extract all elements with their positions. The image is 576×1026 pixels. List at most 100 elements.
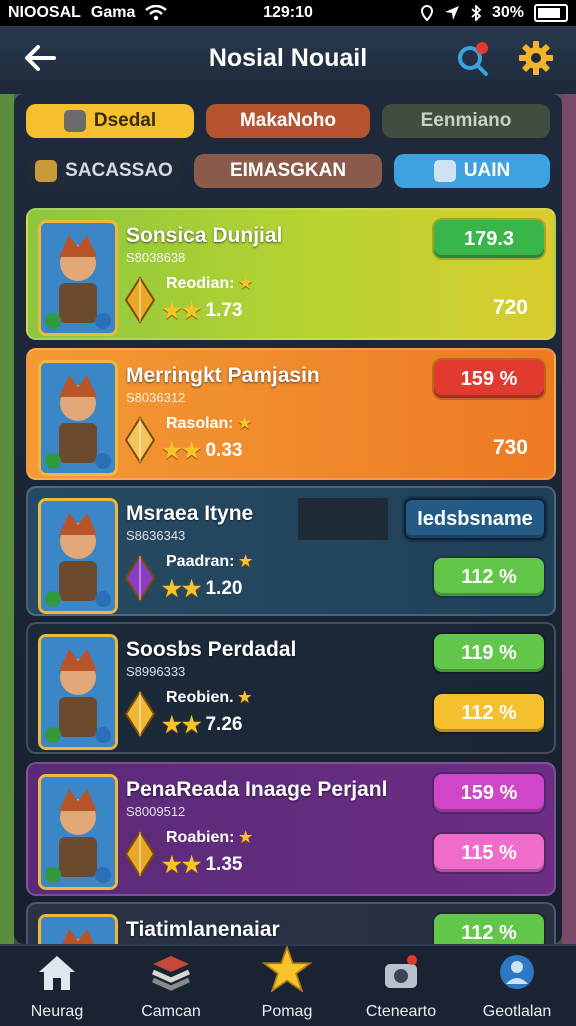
star-icon: ★ (162, 712, 182, 737)
nav-item-home[interactable]: Neurag (2, 952, 112, 1022)
gem-icon (124, 830, 156, 878)
tab-uain[interactable]: UAIN (394, 154, 550, 188)
button-label: 115 % (461, 841, 517, 864)
tab-makanoho[interactable]: MakaNoho (206, 104, 370, 138)
hero-id: S8038638 (126, 250, 186, 265)
hero-id: S8636343 (126, 528, 186, 543)
hero-rating-value: 0.33 (205, 440, 243, 461)
hero-portrait (38, 634, 118, 750)
star-icon: ★ (238, 829, 253, 846)
gear-icon[interactable] (516, 38, 556, 78)
button-label: 112 % (461, 701, 517, 724)
nav-item-ctenearto[interactable]: Ctenearto (346, 952, 456, 1022)
star-icon: ★ (162, 438, 182, 463)
tab-label: EIMASGKAN (229, 160, 347, 181)
button-label: Iedsbsname (417, 507, 533, 530)
hero-stat-label: Reobien. ★ (166, 688, 251, 707)
hero-rating-value: 1.73 (205, 300, 243, 321)
star-icon: ★ (238, 689, 252, 706)
hero-rating: ★ ★ 1.35 (162, 852, 242, 878)
button-label: 159 % (460, 781, 518, 804)
star-icon: ★ (238, 275, 253, 292)
navigation-icon (444, 6, 459, 20)
gem-icon (124, 276, 156, 324)
stat-label-text: Roabien: (166, 829, 235, 846)
hero-card[interactable]: Sonsica Dunjial S8038638 Reodian: ★ ★ ★ 1.73 1… (26, 208, 556, 340)
tab-dsedal[interactable]: Dsedal (26, 104, 194, 138)
nav-label: Pomag (261, 1003, 313, 1020)
tab-eimasgkan[interactable]: EIMASGKAN (194, 154, 382, 188)
hero-card[interactable]: Msraea Ityne S8636343 Paadran: ★ ★ ★ 1.20 Ieds… (26, 486, 556, 616)
tab-eenmiano[interactable]: Eenmiano (382, 104, 550, 138)
primary-stat-button[interactable]: 179.3 (434, 220, 544, 258)
bluetooth-icon (471, 5, 482, 21)
status-bar: NIOOSAL Gama 129:10 30% (0, 0, 576, 26)
gem-icon (124, 416, 156, 464)
primary-stat-button[interactable]: 159 % (434, 774, 544, 812)
star-icon: ★ (162, 298, 182, 323)
primary-stat-button[interactable]: Iedsbsname (404, 498, 546, 540)
hero-stat-label: Roabien: ★ (166, 828, 252, 847)
nav-item-pomag[interactable]: Pomag (232, 944, 342, 1022)
nav-label: Ctenearto (365, 1003, 437, 1020)
hero-name: Soosbs Perdadal (126, 638, 297, 661)
hero-rating: ★ ★ 1.20 (162, 576, 242, 602)
hero-card[interactable]: PenaReada Inaage Perjanl S8009512 Roabien:… (26, 762, 556, 896)
stat-label-text: Reodian: (166, 275, 235, 292)
secondary-stat-button[interactable]: 112 % (434, 558, 544, 596)
bottom-nav: Neurag Camcan Pomag Ctenearto Geotlalan (0, 944, 576, 1026)
stat-label-text: Rasolan: (166, 415, 234, 432)
nav-label: Geotlalan (482, 1003, 552, 1020)
star-icon (261, 944, 313, 994)
nav-label: Camcan (141, 1003, 201, 1020)
button-label: 112 % (461, 921, 517, 944)
nav-label: Neurag (30, 1003, 84, 1020)
tab-sacassao[interactable]: SACASSAO (26, 154, 182, 188)
background-right (562, 94, 576, 944)
primary-stat-button[interactable]: 119 % (434, 634, 544, 672)
nav-item-camcan[interactable]: Camcan (116, 952, 226, 1022)
home-icon (39, 956, 75, 990)
button-label: 119 % (461, 641, 517, 664)
tab-label: MakaNoho (239, 110, 337, 131)
button-label: 159 % (460, 367, 518, 390)
lantern-icon (433, 160, 456, 182)
search-icon[interactable] (454, 40, 492, 78)
secondary-stat-button[interactable]: 112 % (434, 694, 544, 732)
hero-stat-label: Reodian: ★ (166, 274, 252, 293)
star-icon: ★ (238, 415, 252, 432)
camera-icon (385, 955, 417, 988)
hero-portrait (38, 220, 118, 336)
star-icon: ★ (181, 852, 202, 877)
nav-item-geotlalan[interactable]: Geotlalan (462, 952, 572, 1022)
tab-label: SACASSAO (65, 160, 173, 181)
stat-label-text: Reobien. (166, 689, 234, 706)
dark-block (298, 498, 388, 540)
secondary-stat-button[interactable]: 115 % (434, 834, 544, 872)
hero-rating: ★ ★ 7.26 (162, 712, 242, 738)
gem-icon (124, 554, 156, 602)
hero-card[interactable]: Soosbs Perdadal S8996333 Reobien. ★ ★ ★ 7.26 1… (26, 622, 556, 754)
hero-side-value: 720 (492, 296, 528, 319)
battery-icon (534, 4, 568, 22)
hero-rating: ★ ★ 1.73 (162, 298, 242, 324)
hero-id: S8009512 (126, 804, 186, 819)
star-icon: ★ (238, 553, 253, 570)
primary-stat-button[interactable]: 159 % (434, 360, 544, 398)
hero-id: S8996333 (126, 664, 186, 679)
hero-rating-value: 7.26 (205, 714, 243, 735)
hero-name: Tiatimlanenaiar (126, 918, 280, 941)
hero-name: Msraea Ityne (126, 502, 254, 525)
hero-rating: ★ ★ 0.33 (162, 438, 242, 464)
star-icon: ★ (181, 438, 202, 463)
tab-label: UAIN (463, 160, 511, 181)
star-icon: ★ (181, 298, 202, 323)
hero-name: Sonsica Dunjial (126, 224, 283, 247)
sword-icon (35, 160, 58, 182)
hero-card[interactable]: Merringkt Pamjasin S8036312 Rasolan: ★ ★ ★ 0.… (26, 348, 556, 480)
button-label: 179.3 (463, 227, 515, 250)
hero-side-value: 730 (492, 436, 528, 459)
star-icon: ★ (162, 576, 182, 601)
hero-portrait (38, 498, 118, 614)
hero-id: S8036312 (126, 390, 186, 405)
